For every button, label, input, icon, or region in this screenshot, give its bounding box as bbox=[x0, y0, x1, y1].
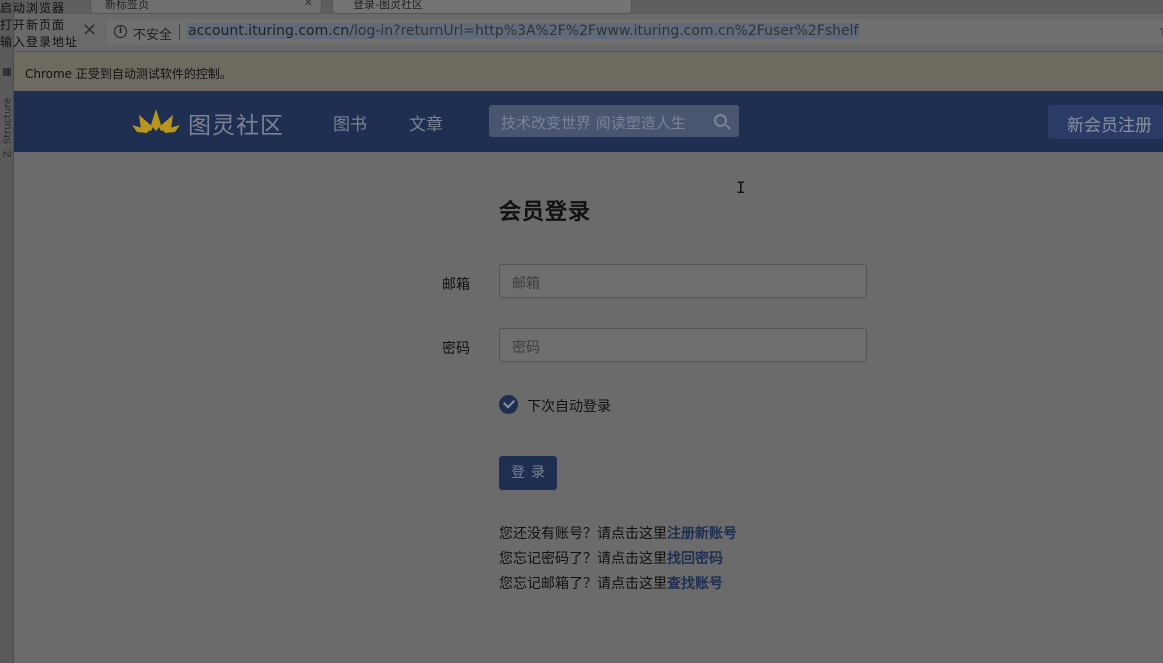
log-line: 启动浏览器 bbox=[0, 1, 66, 15]
recover-password-link[interactable]: 找回密码 bbox=[667, 551, 723, 567]
help-password-line: 您忘记密码了？请点击这里找回密码 bbox=[499, 548, 723, 568]
site-search-input[interactable]: 技术改变世界 阅读塑造人生 bbox=[489, 105, 739, 137]
browser-tab-strip: 新标签页 ✕ 登录-图灵社区 bbox=[14, 0, 1163, 14]
stop-icon[interactable]: ✕ bbox=[82, 20, 97, 41]
password-label: 密码 bbox=[442, 341, 470, 357]
text-cursor-icon: I bbox=[736, 178, 746, 197]
address-bar[interactable]: i 不安全 account.ituring.com.cn/log-in?retu… bbox=[107, 19, 1163, 45]
help-account-line: 您忘记邮箱了？请点击这里查找账号 bbox=[499, 573, 723, 593]
help-text: 您还没有账号？请点击这里 bbox=[499, 526, 667, 542]
divider bbox=[179, 24, 180, 40]
ide-side-strip: Z: Structure bbox=[0, 0, 14, 663]
infobar-text: Chrome 正受到自动测试软件的控制。 bbox=[25, 67, 232, 81]
nav-books[interactable]: 图书 bbox=[333, 110, 367, 135]
site-header: 图灵社区 图书 文章 技术改变世界 阅读塑造人生 新会员注册 bbox=[14, 91, 1163, 152]
tab-title: 新标签页 bbox=[105, 0, 149, 11]
info-icon[interactable]: i bbox=[114, 25, 127, 38]
close-icon[interactable]: ✕ bbox=[304, 0, 313, 9]
nav-articles[interactable]: 文章 bbox=[409, 110, 443, 135]
help-register-line: 您还没有账号？请点击这里注册新账号 bbox=[499, 523, 737, 543]
find-account-link[interactable]: 查找账号 bbox=[667, 576, 723, 592]
browser-toolbar: ✕ i 不安全 account.ituring.com.cn/log-in?re… bbox=[14, 14, 1163, 52]
help-text: 您忘记邮箱了？请点击这里 bbox=[499, 576, 667, 592]
help-text: 您忘记密码了？请点击这里 bbox=[499, 551, 667, 567]
tab-title: 登录-图灵社区 bbox=[353, 0, 423, 11]
tab-new-tab[interactable]: 新标签页 ✕ bbox=[90, 0, 322, 14]
url-text[interactable]: account.ituring.com.cn/log-in?returnUrl=… bbox=[187, 23, 860, 39]
bookmark-star-icon[interactable]: ☆ bbox=[1158, 23, 1163, 39]
security-status[interactable]: 不安全 bbox=[133, 24, 172, 43]
log-line: 输入登录地址 bbox=[0, 35, 79, 49]
page-title: 会员登录 bbox=[499, 200, 592, 225]
login-page: 会员登录 邮箱 邮箱 密码 密码 下次自动登录 登录 您还没有账号？请点击这里注… bbox=[14, 152, 1163, 663]
site-logo-text[interactable]: 图灵社区 bbox=[188, 106, 284, 140]
search-icon[interactable] bbox=[714, 114, 727, 127]
ide-structure-tab[interactable]: Z: Structure bbox=[2, 98, 13, 158]
ituring-logo-icon[interactable] bbox=[131, 105, 181, 135]
ide-marker-icon bbox=[3, 68, 11, 76]
tab-login[interactable]: 登录-图灵社区 bbox=[332, 0, 632, 14]
password-field[interactable]: 密码 bbox=[499, 328, 867, 362]
automation-log-overlay: 启动浏览器 打开新页面 输入登录地址 bbox=[0, 0, 78, 51]
remember-me-checkbox[interactable] bbox=[499, 395, 518, 414]
register-button[interactable]: 新会员注册 bbox=[1048, 105, 1163, 139]
register-link[interactable]: 注册新账号 bbox=[667, 526, 737, 542]
url-path: /log-in?returnUrl=http%3A%2F%2Fwww.ituri… bbox=[349, 23, 859, 39]
email-field[interactable]: 邮箱 bbox=[499, 264, 867, 298]
email-label: 邮箱 bbox=[442, 277, 470, 293]
automation-infobar: Chrome 正受到自动测试软件的控制。 bbox=[14, 53, 1163, 91]
login-button[interactable]: 登录 bbox=[499, 456, 557, 490]
password-placeholder: 密码 bbox=[512, 340, 540, 356]
remember-me-label[interactable]: 下次自动登录 bbox=[527, 396, 611, 416]
email-placeholder: 邮箱 bbox=[512, 276, 540, 292]
url-host: account.ituring.com.cn bbox=[188, 23, 350, 39]
log-line: 打开新页面 bbox=[0, 18, 66, 32]
search-placeholder: 技术改变世界 阅读塑造人生 bbox=[501, 114, 686, 132]
